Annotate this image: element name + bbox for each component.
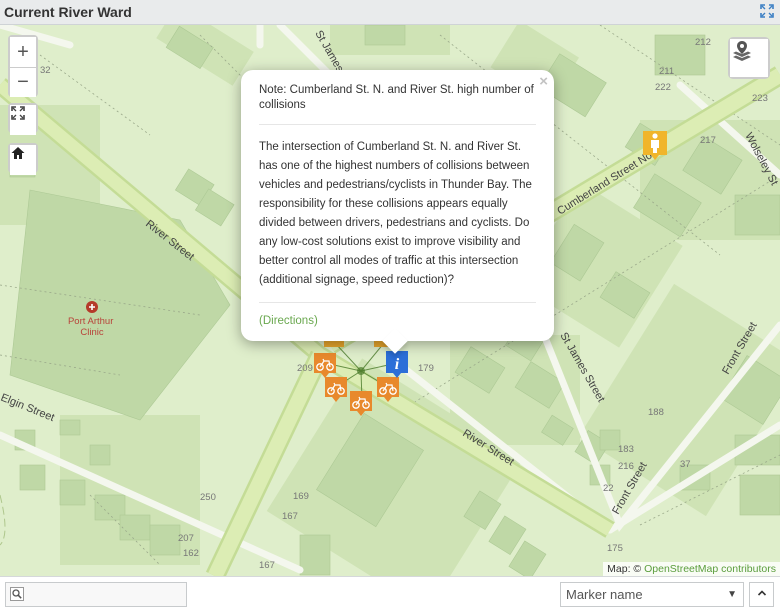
expand-icon[interactable]: [760, 4, 774, 18]
map-popup: × Note: Cumberland St. N. and River St. …: [241, 70, 554, 354]
street-label: Elgin Street: [0, 392, 56, 424]
hospital-icon: [86, 301, 98, 313]
house-number: 209: [297, 363, 313, 374]
house-number: 169: [293, 491, 309, 502]
house-number: 175: [607, 543, 623, 554]
bottom-toolbar: Marker name ▼: [0, 576, 780, 611]
zoom-control: + −: [8, 35, 38, 97]
chevron-up-icon: [757, 590, 766, 596]
page-title: Current River Ward: [4, 4, 132, 20]
house-number: 207: [178, 533, 194, 544]
zoom-out-button[interactable]: −: [10, 67, 36, 97]
osm-link[interactable]: OpenStreetMap contributors: [644, 563, 776, 575]
map-canvas[interactable]: River Street River Street Cumberland Str…: [0, 25, 780, 576]
house-number: 167: [282, 511, 298, 522]
title-bar: Current River Ward: [0, 0, 780, 25]
house-number: 216: [618, 461, 634, 472]
marker-name-select[interactable]: Marker name ▼: [560, 582, 744, 607]
house-number: 211: [659, 66, 674, 77]
house-number: 188: [648, 407, 664, 418]
cluster-center: [357, 367, 365, 375]
layers-button[interactable]: [730, 39, 768, 77]
home-button[interactable]: [10, 145, 36, 175]
house-number: 167: [259, 560, 275, 571]
popup-heading: Note: Cumberland St. N. and River St. hi…: [259, 83, 536, 125]
popup-body: The intersection of Cumberland St. N. an…: [259, 138, 536, 303]
home-icon: [11, 147, 25, 159]
layers-icon: [733, 41, 751, 61]
fullscreen-control: [8, 103, 38, 135]
caret-down-icon: ▼: [727, 589, 737, 600]
house-number: 32: [40, 65, 51, 76]
house-number: 183: [618, 444, 634, 455]
house-number: 217: [700, 135, 716, 146]
fullscreen-icon: [11, 106, 25, 120]
search-input[interactable]: [5, 582, 187, 607]
house-number: 179: [418, 363, 434, 374]
marker-select-value: Marker name: [566, 587, 643, 602]
zoom-in-button[interactable]: +: [10, 37, 36, 67]
house-number: 250: [200, 492, 216, 503]
house-number: 223: [752, 93, 768, 104]
search-icon: [10, 587, 24, 601]
home-control: [8, 143, 38, 175]
attribution-prefix: Map: ©: [607, 563, 642, 575]
fullscreen-button[interactable]: [10, 105, 36, 135]
scroll-up-button[interactable]: [749, 582, 774, 607]
house-number: 162: [183, 548, 199, 559]
house-number: 212: [695, 37, 711, 48]
layers-control: [728, 37, 770, 79]
directions-link[interactable]: (Directions): [259, 315, 536, 327]
svg-text:i: i: [395, 356, 400, 373]
popup-close-button[interactable]: ×: [539, 73, 548, 90]
map-attribution: Map: © OpenStreetMap contributors: [603, 562, 780, 576]
house-number: 22: [603, 483, 614, 494]
house-number: 222: [655, 82, 671, 93]
info-marker[interactable]: i: [386, 351, 408, 378]
house-number: 37: [680, 459, 691, 470]
